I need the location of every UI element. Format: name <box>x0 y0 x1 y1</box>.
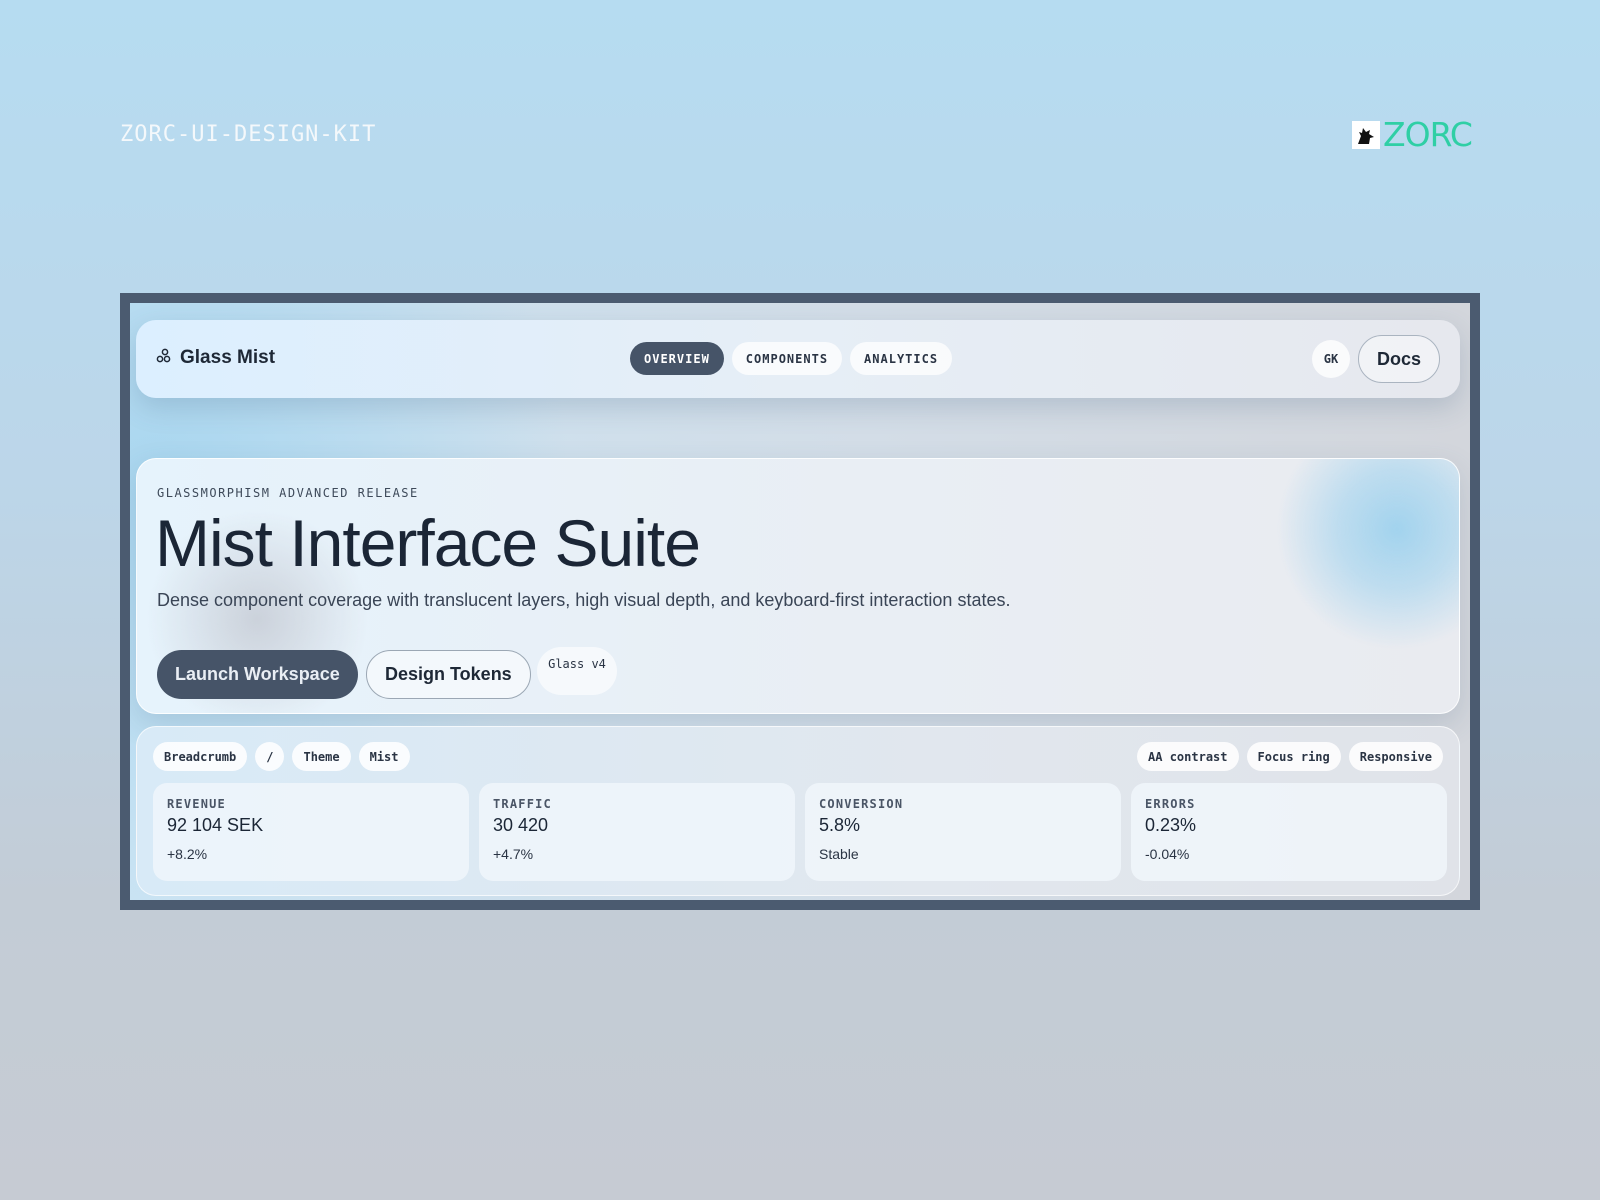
metric-value: 5.8% <box>819 815 861 835</box>
metric-label: CONVERSION <box>819 797 904 811</box>
tag-responsive: Responsive <box>1348 742 1443 771</box>
molecule-icon <box>156 348 172 369</box>
metric-label: REVENUE <box>167 797 226 811</box>
metric-delta: Stable <box>819 846 859 862</box>
metric-label: ERRORS <box>1145 797 1196 811</box>
page-title: Mist Interface Suite <box>155 506 701 580</box>
metric-card-conversion: CONVERSION 5.8% Stable <box>805 783 1121 881</box>
hero-description: Dense component coverage with translucen… <box>157 590 1011 610</box>
hero-eyebrow: GLASSMORPHISM ADVANCED RELEASE <box>157 486 419 500</box>
metric-value: 92 104 SEK <box>167 815 264 835</box>
breadcrumb-item-root[interactable]: Breadcrumb <box>153 742 248 771</box>
hero-card: GLASSMORPHISM ADVANCED RELEASE Mist Inte… <box>136 458 1460 714</box>
breadcrumb-item-theme[interactable]: Theme <box>292 742 351 771</box>
avatar[interactable]: GK <box>1312 340 1350 378</box>
feature-tags: AA contrast Focus ring Responsive <box>1137 742 1443 771</box>
breadcrumb-item-mist[interactable]: Mist <box>358 742 410 771</box>
tab-components[interactable]: COMPONENTS <box>731 342 843 375</box>
brand-wordmark: ZORC <box>1383 115 1473 154</box>
app-canvas: Glass Mist OVERVIEW COMPONENTS ANALYTICS… <box>130 303 1470 900</box>
nav-tabs: OVERVIEW COMPONENTS ANALYTICS <box>630 342 953 375</box>
tag-focus-ring: Focus ring <box>1246 742 1341 771</box>
metric-delta: -0.04% <box>1145 846 1190 862</box>
breadcrumb: Breadcrumb / Theme Mist <box>153 742 410 771</box>
metric-value: 0.23% <box>1145 815 1197 835</box>
metric-card-errors: ERRORS 0.23% -0.04% <box>1131 783 1447 881</box>
metric-cards: REVENUE 92 104 SEK +8.2% TRAFFIC 30 420 … <box>153 783 1447 881</box>
tag-aa-contrast: AA contrast <box>1137 742 1239 771</box>
design-tokens-button[interactable]: Design Tokens <box>366 650 531 699</box>
metrics-panel: Breadcrumb / Theme Mist AA contrast Focu… <box>136 726 1460 896</box>
metric-card-traffic: TRAFFIC 30 420 +4.7% <box>479 783 795 881</box>
app-brand[interactable]: Glass Mist <box>156 347 275 369</box>
top-navbar: Glass Mist OVERVIEW COMPONENTS ANALYTICS… <box>136 320 1460 398</box>
preview-frame: Glass Mist OVERVIEW COMPONENTS ANALYTICS… <box>120 293 1480 910</box>
metric-label: TRAFFIC <box>493 797 552 811</box>
launch-workspace-button[interactable]: Launch Workspace <box>157 650 358 699</box>
tab-overview[interactable]: OVERVIEW <box>630 342 724 375</box>
wolf-icon <box>1352 120 1380 149</box>
metric-card-revenue: REVENUE 92 104 SEK +8.2% <box>153 783 469 881</box>
kit-label: ZORC-UI-DESIGN-KIT <box>120 122 377 147</box>
metric-value: 30 420 <box>493 815 549 835</box>
metric-delta: +8.2% <box>167 846 208 862</box>
metric-delta: +4.7% <box>493 846 534 862</box>
docs-button[interactable]: Docs <box>1358 335 1440 383</box>
app-name: Glass Mist <box>180 347 276 368</box>
tab-analytics[interactable]: ANALYTICS <box>850 342 953 375</box>
version-badge: Glass v4 <box>537 647 617 695</box>
brand-logo: ZORC <box>1352 115 1473 154</box>
breadcrumb-separator: / <box>255 742 285 771</box>
